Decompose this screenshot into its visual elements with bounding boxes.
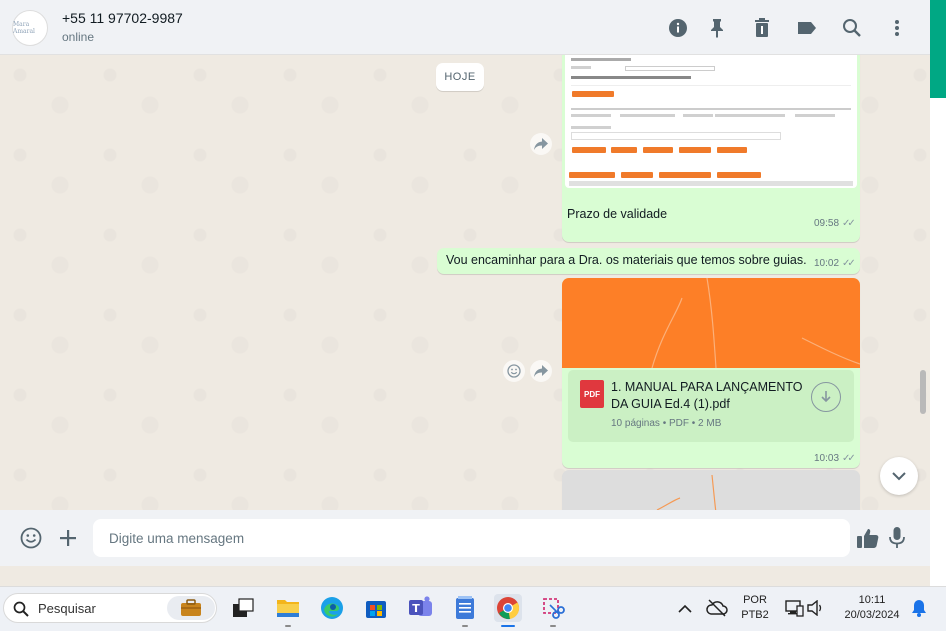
svg-text:T: T [412,602,420,615]
message-time: 09:58 [814,218,840,229]
message-list[interactable]: HOJE Prazo de validade 09:58 ✓✓ Vou enca… [0,55,930,510]
read-ticks-icon: ✓✓ [842,453,856,464]
text-message[interactable]: Vou encaminhar para a Dra. os materiais … [437,248,860,274]
message-time: 10:02 [814,258,840,269]
image-thumbnail[interactable] [565,55,857,188]
file-explorer-icon[interactable] [274,594,302,627]
emoji-icon[interactable] [19,526,43,550]
read-ticks-icon: ✓✓ [842,218,856,229]
message-text: Vou encaminhar para a Dra. os materiais … [446,253,807,267]
pdf-file-icon: PDF [580,380,604,408]
document-preview[interactable] [562,278,860,368]
message-time: 10:03 [814,453,840,464]
plus-icon[interactable] [56,526,80,550]
image-message[interactable]: Prazo de validade 09:58 ✓✓ [562,55,860,242]
document-message[interactable]: PDF 1. MANUAL PARA LANÇAMENTO DA GUIA Ed… [562,278,860,468]
snipping-tool-icon[interactable] [539,594,567,627]
edge-browser-icon[interactable] [318,594,346,622]
avatar[interactable]: Mara Amaral [12,10,48,46]
date-chip: HOJE [436,63,484,91]
chevron-up-icon[interactable] [671,594,699,622]
message-meta: 09:58 ✓✓ [814,218,856,229]
scrollbar-thumb[interactable] [920,370,926,414]
teams-icon[interactable]: T [407,594,435,622]
whatsapp-app: Mara Amaral +55 11 97702-9987 online HOJ… [0,0,930,586]
trash-icon[interactable] [751,17,773,39]
info-icon[interactable] [667,17,689,39]
briefcase-icon[interactable] [167,596,215,620]
pin-icon[interactable] [706,17,728,39]
notifications-bell-icon[interactable] [905,594,933,622]
taskbar-search[interactable]: Pesquisar [3,593,217,623]
forward-icon[interactable] [530,360,552,382]
image-message[interactable] [562,470,860,510]
label-icon[interactable] [796,17,818,39]
search-icon [13,601,29,617]
message-meta: 10:02 ✓✓ [814,258,856,269]
clock[interactable]: 10:11 20/03/2024 [834,593,910,623]
chat-header: Mara Amaral +55 11 97702-9987 online [0,0,930,55]
mic-icon[interactable] [885,526,909,550]
clock-date: 20/03/2024 [844,609,900,621]
windows-taskbar: Pesquisar T POR PTB2 10:11 20/03/2024 [0,586,946,631]
language-code: POR [743,594,767,606]
keyboard-layout: PTB2 [741,609,769,621]
read-ticks-icon: ✓✓ [842,258,856,269]
task-view-icon[interactable] [229,594,257,622]
document-details: 10 páginas • PDF • 2 MB [611,418,722,429]
forward-icon[interactable] [530,133,552,155]
download-icon[interactable] [811,382,841,412]
menu-icon[interactable] [886,17,908,39]
thumbs-up-icon[interactable] [856,526,880,550]
document-name: 1. MANUAL PARA LANÇAMENTO DA GUIA Ed.4 (… [611,380,803,411]
search-icon[interactable] [841,17,863,39]
document-info[interactable]: PDF 1. MANUAL PARA LANÇAMENTO DA GUIA Ed… [568,370,854,442]
avatar-logo-text: Mara Amaral [13,21,35,35]
volume-icon[interactable] [802,594,830,622]
clock-time: 10:11 [858,594,886,606]
composer [0,510,930,566]
search-placeholder: Pesquisar [38,601,96,616]
message-meta: 10:03 ✓✓ [814,453,856,464]
message-input[interactable] [93,519,850,557]
cloud-offline-icon[interactable] [703,594,731,622]
input-language[interactable]: POR PTB2 [740,593,770,623]
window-edge [930,0,946,586]
microsoft-store-icon[interactable] [362,594,390,622]
notepad-icon[interactable] [451,594,479,627]
contact-status: online [62,30,95,44]
image-caption: Prazo de validade [567,207,668,221]
emoji-react-icon[interactable] [503,360,525,382]
chrome-icon[interactable] [494,594,522,627]
contact-name[interactable]: +55 11 97702-9987 [62,10,183,26]
scroll-down-button[interactable] [880,457,918,495]
